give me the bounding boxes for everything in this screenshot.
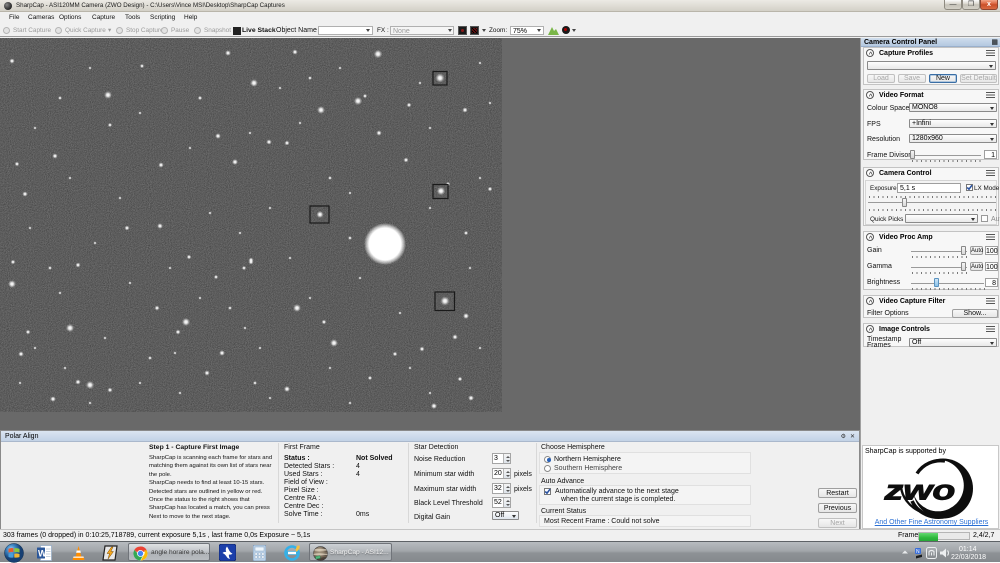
svg-text:W: W bbox=[38, 549, 47, 559]
svg-text:zwo: zwo bbox=[883, 475, 955, 506]
svg-text:N: N bbox=[916, 549, 920, 555]
